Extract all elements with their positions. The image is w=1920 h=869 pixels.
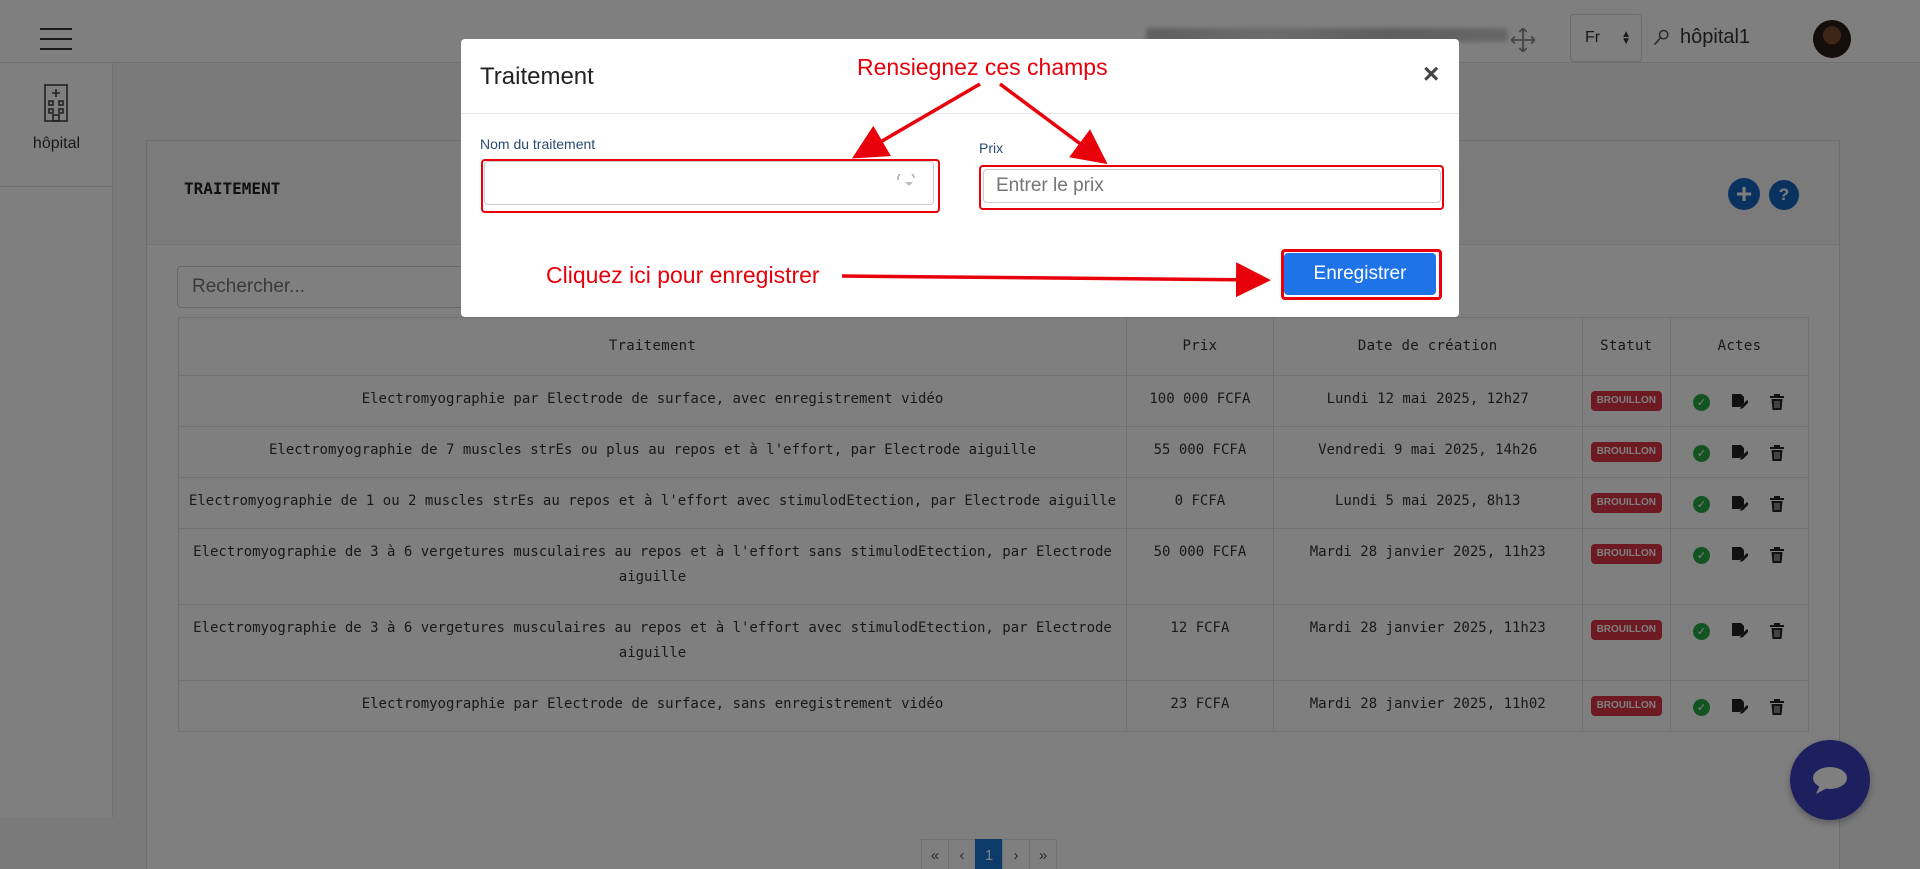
annotation-click-save: Cliquez ici pour enregistrer xyxy=(546,262,820,288)
loading-chevron-icon xyxy=(895,170,917,191)
treatment-name-label: Nom du traitement xyxy=(480,136,596,152)
price-label: Prix xyxy=(979,140,1004,156)
price-input[interactable] xyxy=(983,169,1441,203)
annotation-fill-fields: Rensiegnez ces champs xyxy=(857,54,1108,80)
modal-title: Traitement xyxy=(480,63,594,90)
treatment-name-select[interactable] xyxy=(484,161,934,205)
save-button[interactable]: Enregistrer xyxy=(1284,253,1436,295)
close-icon[interactable]: × xyxy=(1423,58,1439,90)
